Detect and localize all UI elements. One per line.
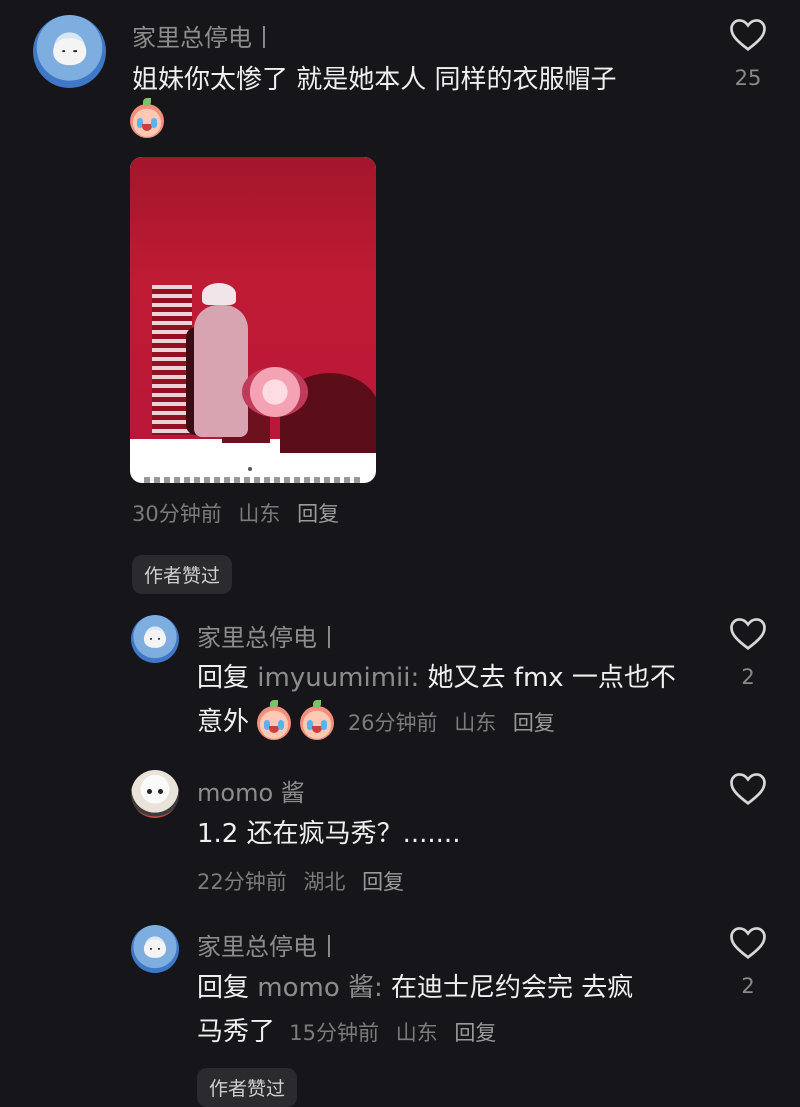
comment-text: 姐妹你太惨了 就是她本人 同样的衣服帽子	[132, 65, 617, 95]
comment-username[interactable]: 家里总停电丨	[132, 18, 276, 53]
reply-username[interactable]: 家里总停电丨	[197, 927, 341, 962]
reply-meta: 22分钟前 湖北 回复	[197, 866, 414, 896]
heart-icon[interactable]	[730, 18, 766, 56]
reply-username[interactable]: momo 酱	[197, 773, 305, 808]
reply-text: 1.2 还在疯马秀？.......	[197, 819, 461, 849]
reply-prefix: 回复	[197, 663, 250, 693]
reply-time: 15分钟前	[289, 1021, 380, 1045]
reply-time: 22分钟前	[197, 870, 287, 894]
reply-body: 在迪士尼约会完 去疯	[391, 973, 634, 1003]
reply-text-line2: 意外 26分钟前 山东 回复	[197, 699, 565, 745]
reply-time: 26分钟前	[347, 711, 438, 735]
reply-location: 湖北	[303, 870, 346, 894]
reply-prefix: 回复	[197, 973, 250, 1003]
avatar[interactable]	[131, 615, 179, 663]
reply-text: 回复 imyuumimii: 她又去 fmx 一点也不	[197, 656, 676, 700]
reply-button[interactable]: 回复	[297, 502, 339, 526]
like-count: 2	[741, 974, 755, 998]
comment-meta: 30分钟前 山东 回复	[132, 498, 349, 528]
reply-to-user[interactable]: momo 酱:	[257, 973, 383, 1003]
comment-location: 山东	[238, 502, 281, 526]
like-count: 2	[741, 665, 755, 689]
reply-body: 她又去 fmx 一点也不	[427, 663, 676, 693]
reply-to-user[interactable]: imyuumimii:	[257, 663, 419, 693]
avatar[interactable]	[131, 770, 179, 818]
heart-icon[interactable]	[730, 926, 766, 964]
crying-emoji-icon	[130, 98, 164, 138]
reply-location: 山东	[395, 1021, 438, 1045]
reply-button[interactable]: 回复	[454, 1021, 496, 1045]
reply-button[interactable]: 回复	[513, 711, 555, 735]
reply-body-continued: 意外	[197, 707, 250, 737]
comment-image[interactable]	[130, 157, 376, 483]
comment-time: 30分钟前	[132, 502, 222, 526]
avatar[interactable]	[131, 925, 179, 973]
avatar[interactable]	[33, 15, 106, 88]
reply-text: 回复 momo 酱: 在迪士尼约会完 去疯	[197, 966, 633, 1010]
crying-emoji-icon	[257, 699, 292, 740]
reply-username[interactable]: 家里总停电丨	[197, 618, 341, 653]
author-liked-badge: 作者赞过	[197, 1068, 298, 1107]
reply-button[interactable]: 回复	[362, 870, 404, 894]
crying-emoji-icon	[299, 699, 334, 740]
like-count: 25	[734, 66, 762, 90]
heart-icon[interactable]	[730, 617, 766, 655]
reply-text-line2: 马秀了 15分钟前 山东 回复	[197, 1010, 506, 1055]
heart-icon[interactable]	[730, 772, 766, 810]
reply-body-continued: 马秀了	[197, 1017, 276, 1047]
author-liked-badge: 作者赞过	[132, 555, 233, 594]
reply-location: 山东	[454, 711, 497, 735]
